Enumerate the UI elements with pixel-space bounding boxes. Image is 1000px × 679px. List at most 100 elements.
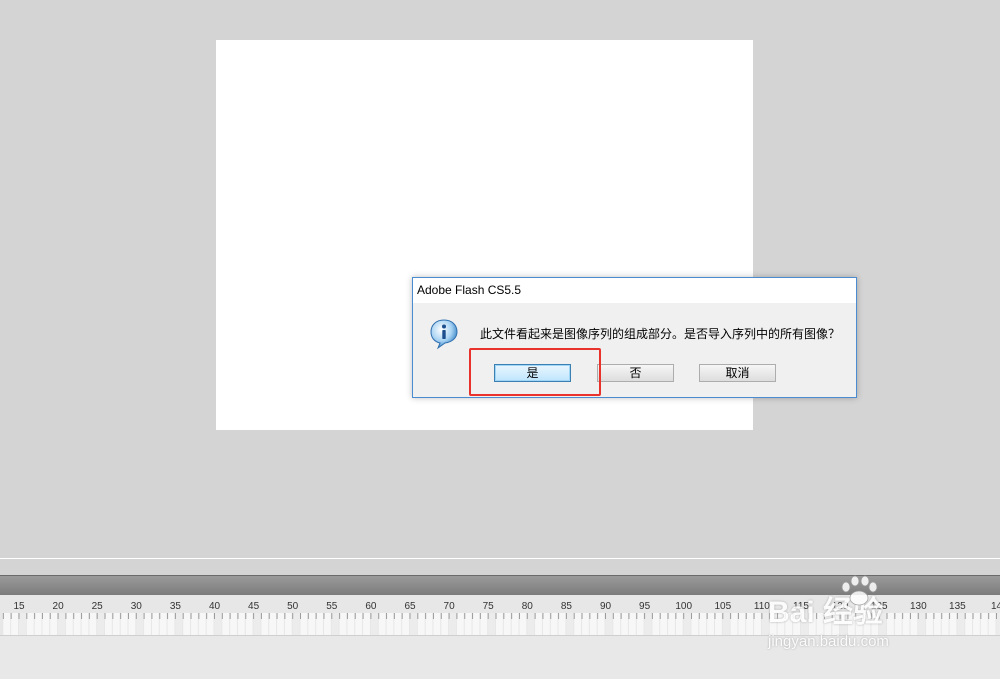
frame-cell[interactable]	[535, 613, 542, 635]
frame-cell[interactable]	[926, 613, 933, 635]
frame-cell[interactable]	[636, 613, 644, 635]
frame-cell[interactable]	[89, 613, 97, 635]
frame-cell[interactable]	[480, 613, 488, 635]
frame-cell[interactable]	[793, 613, 800, 635]
frame-cell[interactable]	[574, 613, 582, 635]
frame-cell[interactable]	[527, 613, 535, 635]
frame-cell[interactable]	[198, 613, 206, 635]
frame-cell[interactable]	[331, 613, 339, 635]
frame-cell[interactable]	[222, 613, 230, 635]
frame-cell[interactable]	[394, 613, 402, 635]
frame-cell[interactable]	[3, 613, 11, 635]
frame-cell[interactable]	[801, 613, 808, 635]
frame-cell[interactable]	[464, 613, 472, 635]
frame-cell[interactable]	[847, 613, 855, 635]
frame-cell[interactable]	[42, 613, 50, 635]
frame-cell[interactable]	[996, 613, 1000, 635]
frame-cell[interactable]	[112, 613, 120, 635]
frame-cell[interactable]	[347, 613, 355, 635]
frame-cell[interactable]	[949, 613, 957, 635]
frame-cell[interactable]	[253, 613, 261, 635]
frame-cell[interactable]	[300, 613, 308, 635]
frame-cell[interactable]	[230, 613, 237, 635]
frame-cell[interactable]	[582, 613, 589, 635]
frame-cell[interactable]	[980, 613, 988, 635]
frame-cell[interactable]	[167, 613, 175, 635]
frame-cell[interactable]	[355, 613, 363, 635]
frame-cell[interactable]	[550, 613, 558, 635]
frame-cell[interactable]	[613, 613, 621, 635]
frame-cell[interactable]	[988, 613, 996, 635]
frame-cell[interactable]	[558, 613, 566, 635]
frame-cell[interactable]	[675, 613, 683, 635]
frame-cell[interactable]	[746, 613, 754, 635]
frame-cell[interactable]	[808, 613, 816, 635]
frame-cell[interactable]	[261, 613, 269, 635]
frame-cell[interactable]	[902, 613, 910, 635]
frame-cell[interactable]	[761, 613, 769, 635]
frame-cell[interactable]	[269, 613, 277, 635]
frame-cell[interactable]	[777, 613, 785, 635]
frame-cell[interactable]	[402, 613, 409, 635]
frame-cell[interactable]	[566, 613, 574, 635]
frame-cell[interactable]	[410, 613, 417, 635]
frame-cell[interactable]	[699, 613, 707, 635]
frame-cell[interactable]	[339, 613, 347, 635]
frame-cell[interactable]	[323, 613, 331, 635]
frame-cell[interactable]	[824, 613, 832, 635]
frame-cell[interactable]	[65, 613, 73, 635]
frame-cell[interactable]	[644, 613, 652, 635]
frame-cell[interactable]	[456, 613, 464, 635]
frame-cell[interactable]	[363, 613, 370, 635]
frame-cell[interactable]	[707, 613, 714, 635]
frame-cell[interactable]	[730, 613, 738, 635]
frame-cell[interactable]	[378, 613, 386, 635]
frame-cell[interactable]	[871, 613, 879, 635]
frame-cell[interactable]	[597, 613, 605, 635]
frame-cell[interactable]	[183, 613, 191, 635]
frame-cell[interactable]	[910, 613, 918, 635]
frame-cell[interactable]	[50, 613, 58, 635]
frame-cell[interactable]	[519, 613, 527, 635]
frame-cell[interactable]	[308, 613, 316, 635]
frame-cell[interactable]	[449, 613, 456, 635]
frame-cell[interactable]	[151, 613, 159, 635]
frame-cell[interactable]	[816, 613, 824, 635]
frame-cell[interactable]	[957, 613, 965, 635]
frame-cell[interactable]	[277, 613, 284, 635]
frame-cell[interactable]	[660, 613, 668, 635]
frame-cell[interactable]	[840, 613, 847, 635]
frame-cell[interactable]	[683, 613, 691, 635]
frame-cell[interactable]	[933, 613, 941, 635]
frame-cell[interactable]	[855, 613, 863, 635]
frame-cell[interactable]	[973, 613, 980, 635]
timeline-panel-header[interactable]	[0, 575, 1000, 595]
frame-cell[interactable]	[503, 613, 511, 635]
frame-cell[interactable]	[769, 613, 777, 635]
frame-cell[interactable]	[879, 613, 887, 635]
frame-cell[interactable]	[918, 613, 926, 635]
frame-cell[interactable]	[496, 613, 503, 635]
frame-cell[interactable]	[191, 613, 198, 635]
frame-cell[interactable]	[887, 613, 894, 635]
frame-cell[interactable]	[832, 613, 840, 635]
timeline-ruler[interactable]: 15 20 25 30 35 40 45 50 55 60 65 70 75 80 85 90 95 100 105…	[0, 595, 1000, 636]
frame-cell[interactable]	[965, 613, 973, 635]
frame-cell[interactable]	[206, 613, 214, 635]
frame-cell[interactable]	[722, 613, 730, 635]
frame-cell[interactable]	[691, 613, 699, 635]
frame-cell[interactable]	[120, 613, 128, 635]
frame-cell[interactable]	[714, 613, 722, 635]
frame-cell[interactable]	[81, 613, 89, 635]
frame-cell[interactable]	[237, 613, 245, 635]
frame-cell[interactable]	[245, 613, 253, 635]
frame-cell[interactable]	[785, 613, 793, 635]
frame-cell[interactable]	[386, 613, 394, 635]
frame-cell[interactable]	[417, 613, 425, 635]
frame-cell[interactable]	[621, 613, 628, 635]
frame-cell[interactable]	[11, 613, 18, 635]
frame-cell[interactable]	[652, 613, 660, 635]
frame-cell[interactable]	[433, 613, 441, 635]
frame-cell[interactable]	[754, 613, 761, 635]
frame-cell[interactable]	[441, 613, 449, 635]
